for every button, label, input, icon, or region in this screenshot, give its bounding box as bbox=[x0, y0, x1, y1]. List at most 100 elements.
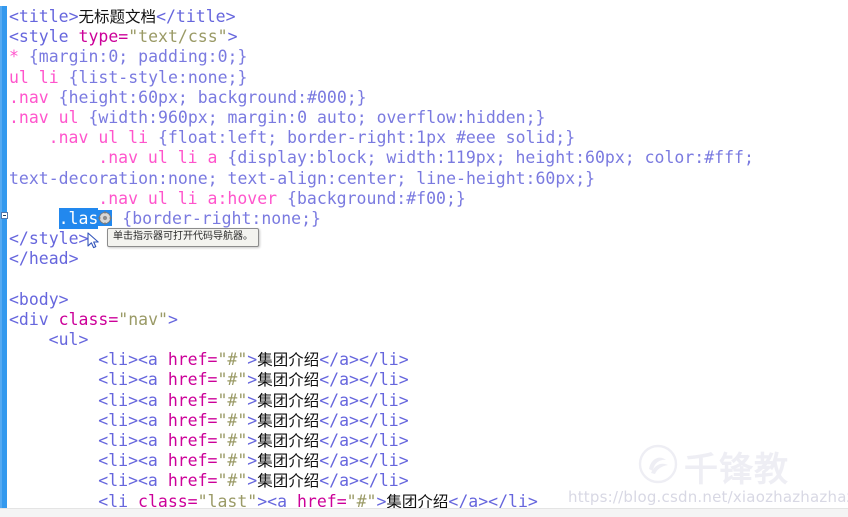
line-ul-open[interactable]: <ul> bbox=[0, 330, 848, 350]
line-li-7-token-2: "#" bbox=[217, 471, 248, 491]
line-li-2-token-2: "#" bbox=[217, 370, 248, 390]
line-nav-token-1: {height:60px; background:#000;} bbox=[58, 87, 367, 107]
line-li-5-token-5: </a></li> bbox=[319, 430, 409, 450]
line-body-open-token-0: <body> bbox=[9, 289, 69, 309]
line-style-open[interactable]: <style type="text/css"> bbox=[0, 27, 848, 47]
line-nav-ul-li[interactable]: .nav ul li {float:left; border-right:1px… bbox=[0, 128, 848, 148]
line-nav-ul-li-a-hover[interactable]: .nav ul li a:hover {background:#f00;} bbox=[0, 189, 848, 209]
line-blank-1[interactable] bbox=[0, 269, 848, 289]
line-div-nav-token-1: class= bbox=[58, 309, 119, 329]
line-style-open-token-0: <style bbox=[9, 27, 79, 47]
line-li-2[interactable]: <li><a href="#">集团介绍</a></li> bbox=[0, 370, 848, 390]
line-li-6-token-2: "#" bbox=[217, 451, 248, 471]
line-li-2-token-3: > bbox=[247, 370, 258, 390]
code-text-area[interactable]: <title>无标题文档</title> <style type="text/cs… bbox=[0, 0, 848, 517]
line-li-4-token-2: "#" bbox=[217, 410, 248, 430]
line-li-4-token-1: href= bbox=[167, 410, 218, 430]
line-li-6-token-0: <li><a bbox=[98, 451, 168, 471]
editor-bottom-strip bbox=[0, 508, 848, 517]
line-style-close-token-0: </style> bbox=[9, 229, 89, 249]
line-nav-ul-li-a-hover-token-0: .nav ul li a:hover bbox=[98, 188, 288, 208]
line-li-7-token-0: <li><a bbox=[98, 471, 168, 491]
line-li-2-token-4: 集团介绍 bbox=[257, 371, 320, 390]
line-universal-reset-token-1: {margin:0; padding:0;} bbox=[28, 47, 248, 67]
line-nav-ul-li-a-token-1: {display:block; width:119px; height:60px… bbox=[227, 148, 754, 168]
line-li-3-token-4: 集团介绍 bbox=[257, 391, 320, 410]
line-li-1-token-0: <li><a bbox=[98, 350, 168, 370]
line-li-2-token-5: </a></li> bbox=[319, 370, 409, 390]
line-li-3-token-2: "#" bbox=[217, 390, 248, 410]
line-li-6-token-3: > bbox=[247, 451, 258, 471]
line-blank-1-token-0 bbox=[9, 269, 19, 288]
line-li-4-token-0: <li><a bbox=[98, 410, 168, 430]
line-div-nav-token-0: <div bbox=[9, 309, 59, 329]
line-li-7-token-3: > bbox=[247, 471, 258, 491]
line-li-6-token-4: 集团介绍 bbox=[257, 452, 320, 471]
line-li-1-token-3: > bbox=[247, 350, 258, 370]
line-li-2-token-1: href= bbox=[167, 370, 218, 390]
line-universal-reset-token-0: * bbox=[9, 47, 29, 67]
line-li-5[interactable]: <li><a href="#">集团介绍</a></li> bbox=[0, 431, 848, 451]
line-li-1-token-4: 集团介绍 bbox=[257, 351, 320, 370]
code-navigator-tooltip: 单击指示器可打开代码导航器。 bbox=[107, 228, 259, 247]
selected-css-selector-token[interactable]: .las bbox=[58, 207, 99, 229]
line-div-nav-token-3: > bbox=[167, 309, 178, 329]
line-li-1-token-2: "#" bbox=[217, 350, 248, 370]
gutter-top-nub bbox=[0, 0, 7, 6]
line-nav-token-0: .nav bbox=[9, 87, 59, 107]
code-collapse-indicator-icon[interactable] bbox=[1, 212, 8, 219]
line-li-5-token-2: "#" bbox=[217, 430, 248, 450]
line-li-1-token-5: </a></li> bbox=[319, 350, 409, 370]
line-title[interactable]: <title>无标题文档</title> bbox=[0, 7, 848, 27]
line-nav[interactable]: .nav {height:60px; background:#000;} bbox=[0, 88, 848, 108]
line-nav-ul-li-token-1: {float:left; border-right:1px #eee solid… bbox=[157, 128, 576, 148]
code-editor-window: <title>无标题文档</title> <style type="text/cs… bbox=[0, 0, 848, 517]
line-li-6-token-5: </a></li> bbox=[319, 451, 409, 471]
line-li-5-token-0: <li><a bbox=[98, 430, 168, 450]
line-nav-ul-token-0: .nav ul bbox=[9, 107, 89, 127]
line-li-5-token-3: > bbox=[247, 430, 258, 450]
line-li-4-token-5: </a></li> bbox=[319, 410, 409, 430]
line-li-5-token-4: 集团介绍 bbox=[257, 431, 320, 450]
line-li-3-token-3: > bbox=[247, 390, 258, 410]
line-li-7-token-1: href= bbox=[167, 471, 218, 491]
line-li-4-token-4: 集团介绍 bbox=[257, 411, 320, 430]
line-head-close-token-0: </head> bbox=[9, 249, 79, 269]
line-li-3[interactable]: <li><a href="#">集团介绍</a></li> bbox=[0, 391, 848, 411]
line-li-2-token-0: <li><a bbox=[98, 370, 168, 390]
line-title-token-2: </title> bbox=[156, 7, 236, 26]
line-nav-ul-li-a-cont-token-0: text-decoration:none; text-align:center;… bbox=[9, 168, 596, 188]
line-ul-li-liststyle-token-0: ul li bbox=[9, 67, 69, 87]
line-li-6-token-1: href= bbox=[167, 451, 218, 471]
line-li-3-token-0: <li><a bbox=[98, 390, 168, 410]
line-style-open-token-2: "text/css" bbox=[128, 27, 228, 47]
line-li-3-token-1: href= bbox=[167, 390, 218, 410]
line-title-token-1: 无标题文档 bbox=[78, 8, 157, 26]
line-li-1[interactable]: <li><a href="#">集团介绍</a></li> bbox=[0, 350, 848, 370]
line-div-nav-token-2: "nav" bbox=[118, 309, 168, 329]
line-nav-ul[interactable]: .nav ul {width:960px; margin:0 auto; ove… bbox=[0, 108, 848, 128]
line-last-selected-token-0: {border-right:none;} bbox=[112, 208, 321, 228]
line-ul-li-liststyle-token-1: {list-style:none;} bbox=[68, 67, 248, 87]
line-li-7-token-5: </a></li> bbox=[319, 471, 409, 491]
line-li-6[interactable]: <li><a href="#">集团介绍</a></li> bbox=[0, 451, 848, 471]
line-body-open[interactable]: <body> bbox=[0, 290, 848, 310]
line-universal-reset[interactable]: * {margin:0; padding:0;} bbox=[0, 47, 848, 67]
line-style-open-token-3: > bbox=[227, 27, 238, 47]
line-last-selected[interactable]: .las {border-right:none;} bbox=[0, 207, 848, 229]
tooltip-text: 单击指示器可打开代码导航器。 bbox=[113, 231, 253, 242]
line-title-token-0: <title> bbox=[9, 7, 79, 26]
line-li-5-token-1: href= bbox=[167, 430, 218, 450]
line-li-7[interactable]: <li><a href="#">集团介绍</a></li> bbox=[0, 471, 848, 491]
line-ul-open-token-0: <ul> bbox=[48, 330, 89, 349]
line-nav-ul-li-a-hover-token-1: {background:#f00;} bbox=[287, 188, 466, 208]
line-ul-li-liststyle[interactable]: ul li {list-style:none;} bbox=[0, 68, 848, 88]
line-li-4[interactable]: <li><a href="#">集团介绍</a></li> bbox=[0, 411, 848, 431]
line-nav-ul-li-a-cont[interactable]: text-decoration:none; text-align:center;… bbox=[0, 169, 848, 189]
line-div-nav[interactable]: <div class="nav"> bbox=[0, 310, 848, 330]
line-li-7-token-4: 集团介绍 bbox=[257, 472, 320, 491]
code-navigator-wheel-icon[interactable] bbox=[98, 209, 113, 226]
line-nav-ul-li-a[interactable]: .nav ul li a {display:block; width:119px… bbox=[0, 148, 848, 168]
line-head-close[interactable]: </head> bbox=[0, 249, 848, 269]
line-style-open-token-1: type= bbox=[78, 27, 129, 47]
